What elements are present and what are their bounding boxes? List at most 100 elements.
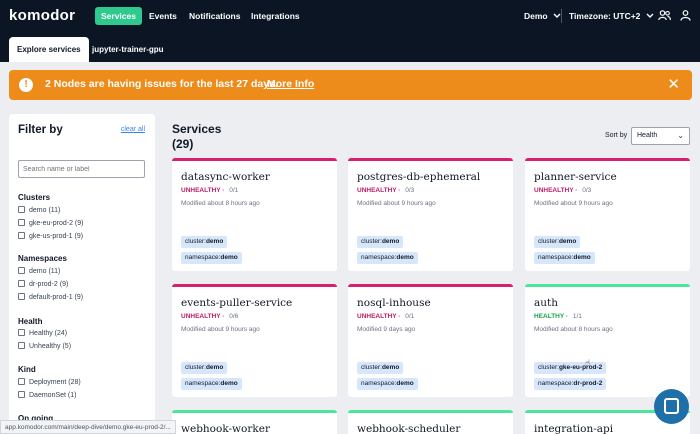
sort-by-label: Sort by (605, 132, 628, 139)
checkbox[interactable] (18, 378, 25, 385)
cluster-tag: cluster:demo (534, 236, 581, 248)
service-card[interactable]: webhook-scheduler (348, 410, 513, 434)
filter-option[interactable]: dr-prod-2 (9) (18, 280, 68, 290)
checkbox[interactable] (18, 342, 25, 349)
service-name: integration-api (534, 423, 614, 434)
service-name: planner-service (534, 171, 617, 183)
status-badge: UNHEALTHY · 0/3 (534, 187, 592, 194)
checkbox[interactable] (18, 206, 25, 213)
service-card[interactable]: postgres-db-ephemeral UNHEALTHY · 0/3 Mo… (348, 158, 513, 271)
komodor-logo[interactable]: komodor (9, 7, 75, 24)
warning-icon: ! (19, 78, 33, 92)
service-name: events-puller-service (181, 297, 293, 309)
timezone-label: Timezone: UTC+2 (569, 11, 641, 21)
services-heading: Services (29) (172, 122, 221, 152)
users-icon[interactable] (658, 10, 671, 21)
service-name: webhook-scheduler (357, 423, 461, 434)
checkbox[interactable] (18, 219, 25, 226)
service-card[interactable]: webhook-worker (172, 410, 337, 434)
more-info-link[interactable]: More Info (267, 78, 314, 90)
chevron-down-icon: ⌄ (677, 131, 684, 140)
search-input[interactable] (18, 160, 145, 178)
modified-time: Modified about 9 hours ago (357, 200, 436, 207)
service-name: datasync-worker (181, 171, 270, 183)
nav-events[interactable]: Events (149, 7, 177, 25)
service-name: auth (534, 297, 559, 309)
pointer-cursor-icon: ☝ (585, 358, 591, 368)
chevron-down-icon (646, 13, 654, 18)
sort-value: Health (637, 132, 658, 139)
namespace-tag: namespace:demo (181, 378, 242, 390)
filter-group-namespaces: Namespaces (18, 254, 67, 263)
filter-option[interactable]: default-prod-1 (9) (18, 293, 83, 303)
banner-message: 2 Nodes are having issues for the last 2… (45, 78, 278, 90)
sort-select[interactable]: Health ⌄ (631, 127, 690, 145)
filter-option[interactable]: demo (11) (18, 206, 60, 216)
checkbox[interactable] (18, 391, 25, 398)
services-count: (29) (172, 137, 194, 151)
timezone-selector[interactable]: Timezone: UTC+2 (569, 7, 654, 25)
filter-option[interactable]: Healthy (24) (18, 329, 67, 339)
filter-group-kind: Kind (18, 365, 36, 374)
checkbox[interactable] (18, 293, 25, 300)
close-icon[interactable]: ✕ (667, 75, 680, 93)
chevron-down-icon (553, 13, 561, 18)
service-card[interactable]: datasync-worker UNHEALTHY · 0/1 Modified… (172, 158, 337, 271)
cluster-tag: cluster:demo (181, 362, 228, 374)
filter-option[interactable]: DaemonSet (1) (18, 391, 76, 401)
nav-integrations[interactable]: Integrations (251, 7, 300, 25)
cluster-tag: cluster:demo (357, 236, 404, 248)
service-card[interactable]: nosql-inhouse UNHEALTHY · 0/1 Modified 9… (348, 284, 513, 397)
cluster-tag: cluster:demo (357, 362, 404, 374)
service-name: postgres-db-ephemeral (357, 171, 481, 183)
filter-option[interactable]: Unhealthy (5) (18, 342, 71, 352)
node-issues-banner: ! 2 Nodes are having issues for the last… (9, 70, 692, 100)
modified-time: Modified 9 days ago (357, 326, 416, 333)
filter-panel: Filter by clear all Clusters demo (11) g… (9, 114, 155, 434)
filter-option[interactable]: gke-eu-prod-2 (9) (18, 219, 83, 229)
filter-group-clusters: Clusters (18, 193, 51, 202)
status-badge: UNHEALTHY · 0/3 (357, 187, 415, 194)
checkbox[interactable] (18, 267, 25, 274)
chat-button[interactable] (654, 389, 689, 424)
status-badge: UNHEALTHY · 0/1 (181, 187, 239, 194)
cluster-tag: cluster:demo (181, 236, 228, 248)
namespace-tag: namespace:demo (357, 378, 418, 390)
service-name: nosql-inhouse (357, 297, 431, 309)
modified-time: Modified about 8 hours ago (534, 326, 613, 333)
nav-notifications[interactable]: Notifications (189, 7, 240, 25)
service-card[interactable]: events-puller-service UNHEALTHY · 0/6 Mo… (172, 284, 337, 397)
status-badge: UNHEALTHY · 0/6 (181, 313, 239, 320)
namespace-tag: namespace:demo (357, 252, 418, 264)
modified-time: Modified about 8 hours ago (181, 200, 260, 207)
status-badge: HEALTHY · 1/1 (534, 313, 582, 320)
tab-explore-services[interactable]: Explore services (9, 37, 89, 62)
filter-option[interactable]: demo (11) (18, 267, 60, 277)
cluster-tag: cluster:gke-eu-prod-2 (534, 362, 607, 374)
chat-icon (664, 398, 679, 414)
modified-time: Modified about 9 hours ago (534, 200, 613, 207)
cluster-label: Demo (524, 11, 548, 21)
services-title: Services (172, 122, 222, 136)
modified-time: Modified about 9 hours ago (181, 326, 260, 333)
tab-bar: Explore services jupyter-trainer-gpu (0, 32, 700, 62)
clear-all-link[interactable]: clear all (121, 126, 145, 133)
top-navbar: komodor Services Events Notifications In… (0, 0, 700, 32)
filter-title: Filter by (18, 124, 63, 136)
service-card[interactable]: planner-service UNHEALTHY · 0/3 Modified… (525, 158, 690, 271)
status-badge: UNHEALTHY · 0/1 (357, 313, 415, 320)
filter-group-health: Health (18, 317, 43, 326)
checkbox[interactable] (18, 280, 25, 287)
namespace-tag: namespace:demo (181, 252, 242, 264)
user-icon[interactable] (680, 10, 691, 21)
tab-jupyter-trainer-gpu[interactable]: jupyter-trainer-gpu (84, 37, 172, 62)
nav-services[interactable]: Services (95, 7, 142, 25)
cluster-selector[interactable]: Demo (524, 7, 561, 25)
checkbox[interactable] (18, 329, 25, 336)
status-bar-url: app.komodor.com/main/deep-dive/demo.gke-… (0, 420, 176, 434)
checkbox[interactable] (18, 232, 25, 239)
service-card[interactable]: auth HEALTHY · 1/1 Modified about 8 hour… (525, 284, 690, 397)
filter-option[interactable]: gke-us-prod-1 (9) (18, 232, 83, 242)
filter-option[interactable]: Deployment (28) (18, 378, 81, 388)
namespace-tag: namespace:demo (534, 252, 595, 264)
